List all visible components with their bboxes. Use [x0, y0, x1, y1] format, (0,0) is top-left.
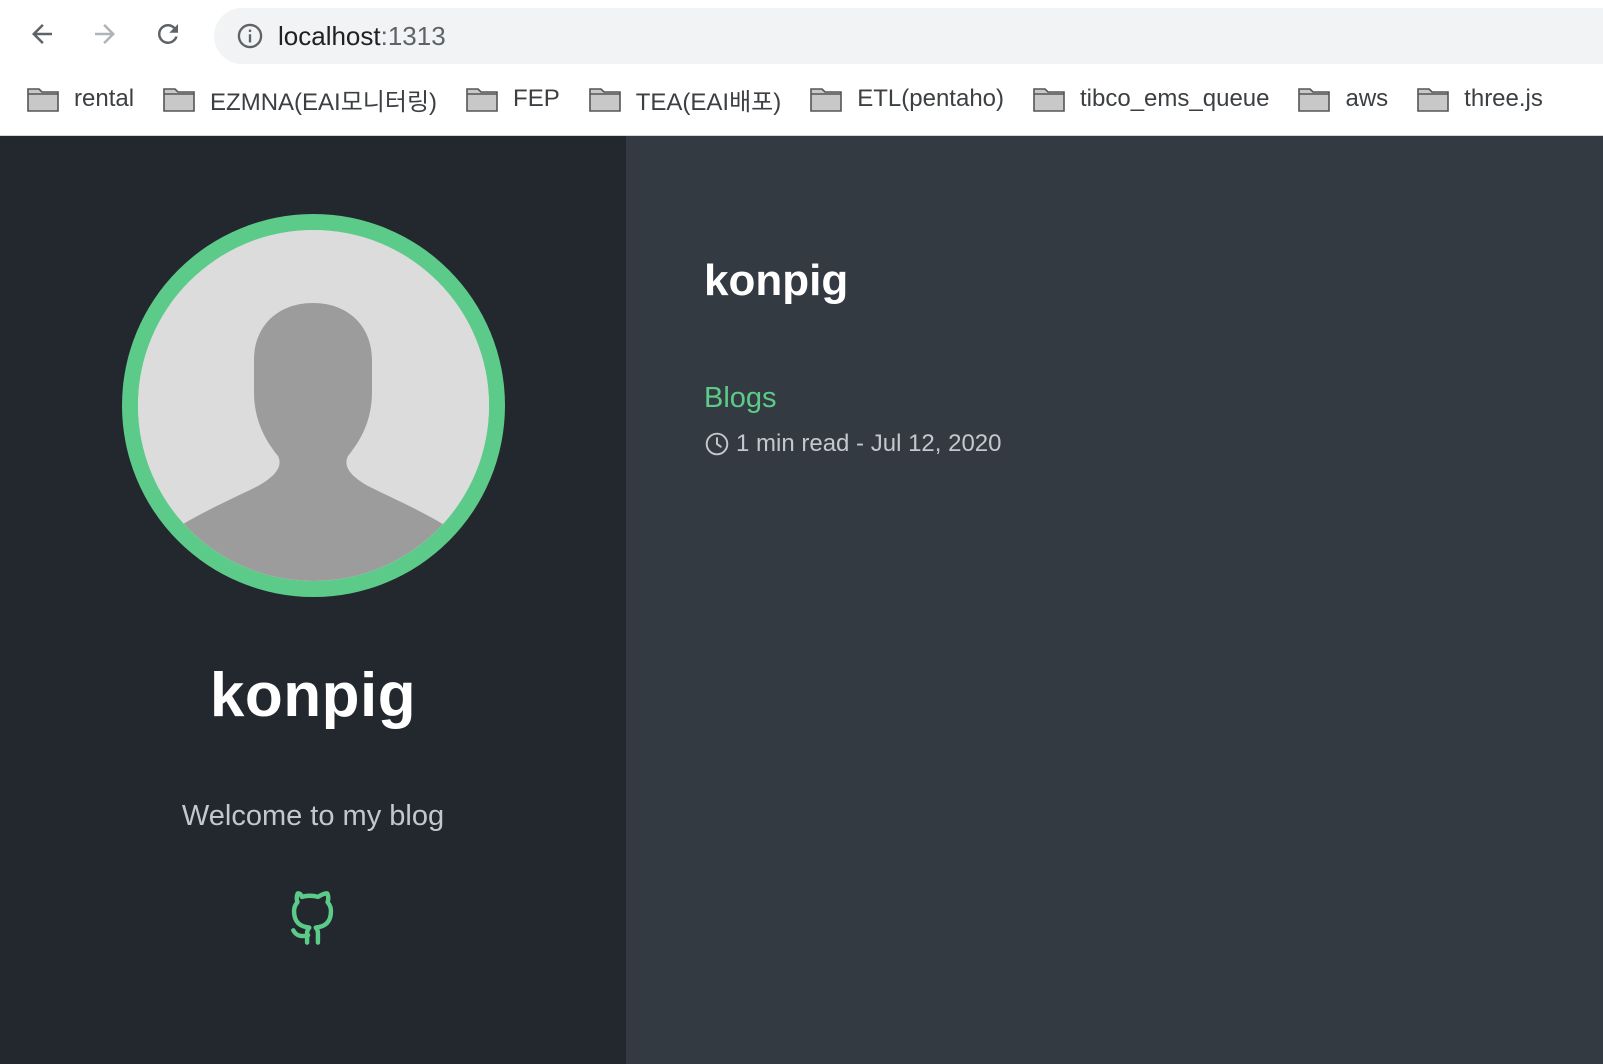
page-title: konpig [704, 256, 849, 305]
bookmark-tibco-ems-queue[interactable]: tibco_ems_queue [1018, 77, 1283, 121]
arrow-left-icon [32, 24, 52, 44]
browser-toolbar: localhost:1313 rental EZMNA(EAI모니터링) FEP… [0, 0, 1603, 136]
folder-icon [163, 88, 195, 112]
clock-icon [705, 432, 729, 456]
folder-icon [1298, 88, 1331, 112]
folder-icon [1033, 88, 1065, 112]
bookmarks-bar: rental EZMNA(EAI모니터링) FEP TEA(EAI배포) ETL… [0, 74, 1603, 124]
folder-icon [1417, 88, 1449, 112]
url-host: localhost [278, 20, 381, 51]
post-meta: 1 min read - Jul 12, 2020 [704, 430, 1002, 458]
forward-button[interactable] [83, 12, 127, 56]
bookmark-label: three.js [1464, 85, 1543, 112]
bookmark-rental[interactable]: rental [0, 77, 148, 121]
page-content: konpig Welcome to my blog konpig Blogs 1… [0, 136, 1603, 1064]
bookmark-tea[interactable]: TEA(EAI배포) [574, 77, 796, 121]
reload-icon [157, 23, 178, 44]
folder-icon [588, 88, 621, 112]
url-text: localhost:1313 [278, 21, 446, 52]
folder-icon [27, 88, 59, 112]
bookmark-aws[interactable]: aws [1283, 77, 1402, 121]
sidebar: konpig Welcome to my blog [0, 136, 626, 1064]
bookmark-label: FEP [513, 85, 560, 112]
bookmark-etl[interactable]: ETL(pentaho) [795, 77, 1018, 121]
site-name[interactable]: konpig [0, 660, 626, 731]
site-tagline: Welcome to my blog [181, 800, 445, 832]
default-avatar-silhouette [138, 230, 489, 581]
address-bar[interactable]: localhost:1313 [214, 8, 1603, 64]
bookmark-fep[interactable]: FEP [451, 77, 574, 121]
main-content: konpig Blogs 1 min read - Jul 12, 2020 [626, 136, 1603, 1064]
arrow-right-icon [95, 24, 115, 44]
bookmark-label: tibco_ems_queue [1080, 85, 1270, 112]
avatar-image [138, 230, 489, 581]
reload-button[interactable] [146, 12, 190, 56]
bookmark-label: rental [74, 85, 135, 112]
bookmark-threejs[interactable]: three.js [1402, 77, 1557, 121]
github-icon[interactable] [283, 886, 343, 950]
bookmark-label: TEA(EAI배포) [635, 88, 782, 116]
post-meta-text: 1 min read - Jul 12, 2020 [736, 430, 1002, 457]
bookmark-label: EZMNA(EAI모니터링) [210, 88, 438, 116]
folder-icon [466, 88, 498, 112]
folder-icon [810, 88, 843, 112]
bookmark-label: aws [1345, 85, 1389, 112]
info-icon[interactable] [236, 22, 264, 50]
bookmark-ezmna[interactable]: EZMNA(EAI모니터링) [148, 77, 451, 121]
back-button[interactable] [20, 12, 64, 56]
post-link-blogs[interactable]: Blogs [704, 382, 777, 415]
bookmark-label: ETL(pentaho) [857, 85, 1005, 112]
avatar[interactable] [122, 214, 505, 597]
url-port: :1313 [380, 20, 446, 51]
